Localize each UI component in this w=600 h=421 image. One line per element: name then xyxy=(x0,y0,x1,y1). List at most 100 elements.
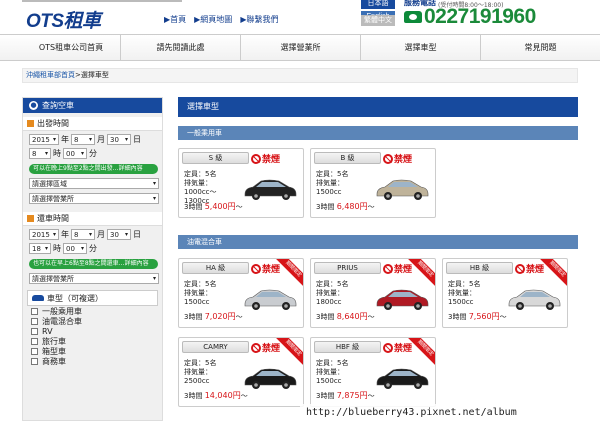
displacement: 排気量：1800cc xyxy=(316,289,344,306)
car-image xyxy=(376,368,429,389)
logo[interactable]: OTS租車 xyxy=(26,6,101,33)
return-month-select[interactable]: 8 ▾ xyxy=(71,229,95,240)
seats: 定員：5名 xyxy=(448,280,481,288)
no-smoking-icon xyxy=(251,263,261,274)
return-minute-select[interactable]: 00 ▾ xyxy=(63,243,87,254)
seats: 定員：5名 xyxy=(316,359,349,367)
seats: 定員：5名 xyxy=(184,280,217,288)
top-link-contact[interactable]: ▶聯繫我們 xyxy=(240,14,278,25)
car-card[interactable]: S 級禁煙 定員：5名 排気量：1000cc～1300cc 3時間 5,400円～ xyxy=(178,148,304,218)
nav-select-office[interactable]: 選擇營業所 xyxy=(240,35,360,60)
cartype-option[interactable]: 一般乘用車 xyxy=(23,306,162,316)
cartype-label: 車型（可複選） xyxy=(47,293,103,303)
chevron-down-icon: ▾ xyxy=(152,195,156,202)
car-card[interactable]: B 級禁煙 定員：5名 排気量：1500cc 3時間 6,480円～ xyxy=(310,148,436,218)
displacement: 排気量：1500cc xyxy=(448,289,476,306)
square-bullet-icon xyxy=(27,120,34,127)
car-card[interactable]: PRIUS 禁煙 定員：5名 排気量：1800cc 3時間 8,640円～ 期間限定 xyxy=(310,258,436,328)
chevron-down-icon: ▾ xyxy=(88,136,92,143)
chevron-down-icon: ▾ xyxy=(44,150,48,157)
displacement: 排気量：1500cc xyxy=(184,289,212,306)
nav-home[interactable]: OTS租車公司首頁 xyxy=(0,35,120,60)
cartype-option[interactable]: 箱型車 xyxy=(23,346,162,356)
depart-date-row: 2015 ▾ 年 8 ▾ 月 30 ▾ 日 xyxy=(23,134,162,145)
main-nav: OTS租車公司首頁 請先閱讀此處 選擇營業所 選擇車型 常見問題 xyxy=(0,34,600,61)
top-links: ▶首頁 ▶網頁地圖 ▶聯繫我們 xyxy=(164,14,278,25)
car-price: 3時間 7,020円～ xyxy=(184,312,243,321)
no-smoking-badge: 禁煙 xyxy=(383,152,412,165)
seats: 定員：5名 xyxy=(184,170,217,178)
cartype-option[interactable]: RV xyxy=(23,326,162,336)
car-card[interactable]: HB 級禁煙 定員：5名 排気量：1500cc 3時間 7,560円～ 期間限定 xyxy=(442,258,568,328)
depart-hour-select[interactable]: 8 ▾ xyxy=(29,148,51,159)
breadcrumb-link[interactable]: 沖繩租車部首頁 xyxy=(26,71,75,79)
checkbox[interactable] xyxy=(31,327,38,335)
minute-unit: 分 xyxy=(89,149,97,158)
depart-month-select[interactable]: 8 ▾ xyxy=(71,134,95,145)
car-image xyxy=(244,368,297,389)
car-specs: 定員：5名 排気量：1800cc xyxy=(316,280,368,307)
top-link-home[interactable]: ▶首頁 xyxy=(164,14,186,25)
group-header-hybrid: 油電混合車 xyxy=(178,235,578,249)
return-office-select[interactable]: 請選擇營業所 ▾ xyxy=(29,273,159,284)
car-class-label: HA 級 xyxy=(182,262,249,274)
checkbox[interactable] xyxy=(31,357,38,365)
car-price: 3時間 14,040円～ xyxy=(184,391,248,400)
hour-unit: 時 xyxy=(53,244,61,253)
car-card[interactable]: CAMRY 禁煙 定員：5名 排気量：2500cc 3時間 14,040円～ 期間限定 xyxy=(178,337,304,407)
chevron-down-icon: ▾ xyxy=(52,231,56,238)
return-hour-select[interactable]: 18 ▾ xyxy=(29,243,51,254)
chevron-down-icon: ▾ xyxy=(124,136,128,143)
month-unit: 月 xyxy=(97,135,105,144)
depart-day-select[interactable]: 30 ▾ xyxy=(107,134,131,145)
no-smoking-badge: 禁煙 xyxy=(251,341,280,354)
depart-year-select[interactable]: 2015 ▾ xyxy=(29,134,59,145)
watermark: http://blueberry43.pixnet.net/album xyxy=(300,404,600,421)
cartype-header: 車型（可複選） xyxy=(27,290,158,306)
depart-area-select[interactable]: 請選擇區域 ▾ xyxy=(29,178,159,189)
depart-minute-select[interactable]: 00 ▾ xyxy=(63,148,87,159)
cartype-option[interactable]: 油電混合車 xyxy=(23,316,162,326)
nav-read-first[interactable]: 請先閱讀此處 xyxy=(120,35,240,60)
car-specs: 定員：5名 排気量：1500cc xyxy=(448,280,500,307)
cartype-option[interactable]: 商務車 xyxy=(23,356,162,366)
top-link-sitemap[interactable]: ▶網頁地圖 xyxy=(194,14,232,25)
car-class-label: B 級 xyxy=(314,152,381,164)
car-card[interactable]: HA 級禁煙 定員：5名 排気量：1500cc 3時間 7,020円～ 期間限定 xyxy=(178,258,304,328)
hour-unit: 時 xyxy=(53,149,61,158)
car-price: 3時間 5,400円～ xyxy=(184,202,243,211)
page-title: 選擇車型 xyxy=(178,97,578,117)
return-year-select[interactable]: 2015 ▾ xyxy=(29,229,59,240)
car-list: 選擇車型 一般乘用車 油電混合車 S 級禁煙 定員：5名 排気量：1000cc～13… xyxy=(178,97,578,407)
depart-office-select[interactable]: 請選擇營業所 ▾ xyxy=(29,193,159,204)
checkbox[interactable] xyxy=(31,307,38,315)
chevron-down-icon: ▾ xyxy=(80,245,84,252)
month-unit: 月 xyxy=(97,230,105,239)
checkbox[interactable] xyxy=(31,347,38,355)
nav-faq[interactable]: 常見問題 xyxy=(480,35,600,60)
car-image xyxy=(244,179,297,200)
depart-note[interactable]: 可以在晚上9點至2點之間出發…詳細內容 xyxy=(29,164,158,174)
car-price: 3時間 8,640円～ xyxy=(316,312,375,321)
phone-number[interactable]: 0227191960 xyxy=(424,5,536,29)
cartype-option[interactable]: 旅行車 xyxy=(23,336,162,346)
lang-traditional-chinese-button[interactable]: 繁體中文 xyxy=(361,15,395,26)
lang-japanese-button[interactable]: 日本語 xyxy=(361,0,395,9)
return-note[interactable]: 也可以在早上6點至8點之間還車…詳細內容 xyxy=(29,259,158,269)
car-class-label: HBF 級 xyxy=(314,341,381,353)
checkbox[interactable] xyxy=(31,317,38,325)
breadcrumb-current: 選擇車型 xyxy=(80,71,109,79)
car-card[interactable]: HBF 級禁煙 定員：5名 排気量：1500cc 3時間 7,875円～ 期間限定 xyxy=(310,337,436,407)
year-unit: 年 xyxy=(61,135,69,144)
checkbox[interactable] xyxy=(31,337,38,345)
displacement: 排気量：2500cc xyxy=(184,368,212,385)
return-date-row: 2015 ▾ 年 8 ▾ 月 30 ▾ 日 xyxy=(23,229,162,240)
search-icon: ● xyxy=(29,101,38,110)
no-smoking-badge: 禁煙 xyxy=(383,262,412,275)
car-image xyxy=(376,289,429,310)
return-day-select[interactable]: 30 ▾ xyxy=(107,229,131,240)
no-smoking-icon xyxy=(251,153,261,164)
phone-icon xyxy=(404,11,422,23)
sidebar-header: ● 查詢空車 xyxy=(23,98,162,113)
nav-select-car[interactable]: 選擇車型 xyxy=(360,35,480,60)
